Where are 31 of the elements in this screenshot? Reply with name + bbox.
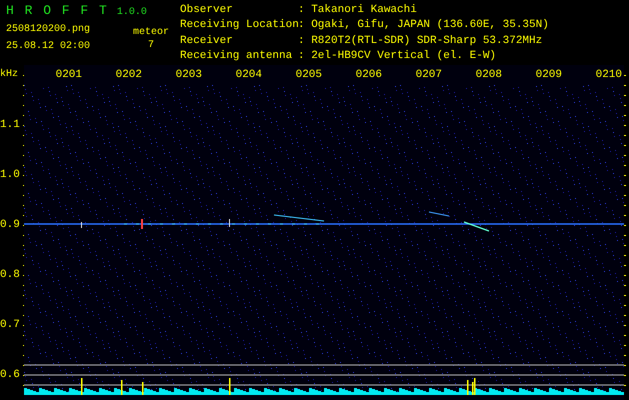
info-value: : Takanori Kawachi xyxy=(298,4,418,18)
meteor-count: 7 xyxy=(148,39,154,52)
time-label: 0206 xyxy=(354,68,383,83)
time-label: 0209 xyxy=(534,68,563,83)
app-title: H R O F F T xyxy=(6,4,107,17)
time-label: 0202 xyxy=(114,68,143,83)
y-axis-label: 0.7 xyxy=(0,318,19,333)
time-label: 0210 xyxy=(594,68,623,83)
info-label: Observer xyxy=(180,4,234,18)
date-time: 25.08.12 02:00 xyxy=(6,40,92,53)
y-axis-label: 0.8 xyxy=(0,268,19,283)
time-label: 0207 xyxy=(414,68,443,83)
time-label: 0204 xyxy=(234,68,263,83)
time-label: 0203 xyxy=(174,68,203,83)
file-name: 2508120200.png xyxy=(6,23,92,36)
info-value: : Ogaki, Gifu, JAPAN (136.60E, 35.35N) xyxy=(298,19,549,34)
y-axis-label: 0.9 xyxy=(0,218,19,233)
time-label: 0205 xyxy=(294,68,323,83)
time-label: 0208 xyxy=(474,68,503,83)
unit-label: kHz xyxy=(0,68,19,82)
info-label: Receiver xyxy=(180,34,234,48)
meteor-label: meteor xyxy=(132,26,169,39)
version-text: 1.0.0 xyxy=(116,6,147,19)
info-label: Receiving Location xyxy=(180,19,298,34)
y-axis-label: 1.0 xyxy=(0,168,19,183)
y-axis-label: 1.1 xyxy=(0,118,19,133)
info-value: : R820T2(RTL-SDR) SDR-Sharp 53.372MHz xyxy=(298,34,544,48)
info-value: : 2el-HB9CV Vertical (el. E-W) xyxy=(298,50,498,64)
time-label: 0201 xyxy=(54,68,83,83)
info-label: Receiving antenna xyxy=(180,50,294,64)
y-axis-label: 0.6 xyxy=(0,368,19,383)
